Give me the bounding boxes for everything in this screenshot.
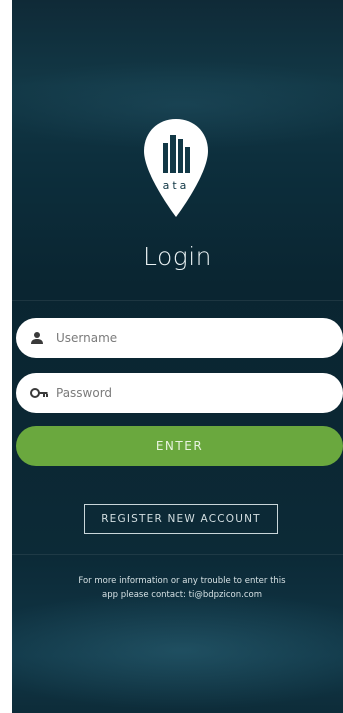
user-icon (30, 329, 48, 347)
contact-info: For more information or any trouble to e… (52, 574, 312, 602)
divider-bottom (12, 554, 343, 555)
password-field[interactable] (16, 373, 343, 413)
username-field[interactable] (16, 318, 343, 358)
key-icon (30, 384, 48, 402)
contact-info-line-1: For more information or any trouble to e… (78, 576, 286, 586)
enter-button[interactable]: ENTER (16, 426, 343, 466)
password-input[interactable] (54, 385, 298, 401)
login-screen: ata Login ENTER REGISTER NEW ACCOUNT For… (12, 0, 343, 713)
background-wave-bottom (12, 590, 343, 710)
register-new-account-button[interactable]: REGISTER NEW ACCOUNT (84, 504, 278, 534)
divider-top (12, 300, 343, 301)
username-input[interactable] (54, 330, 298, 346)
location-pin-city-logo-icon: ata (144, 119, 208, 217)
page-title: Login (142, 242, 213, 271)
contact-info-line-2: app please contact: ti@bdpzicon.com (102, 590, 262, 600)
logo-text: ata (163, 179, 190, 192)
